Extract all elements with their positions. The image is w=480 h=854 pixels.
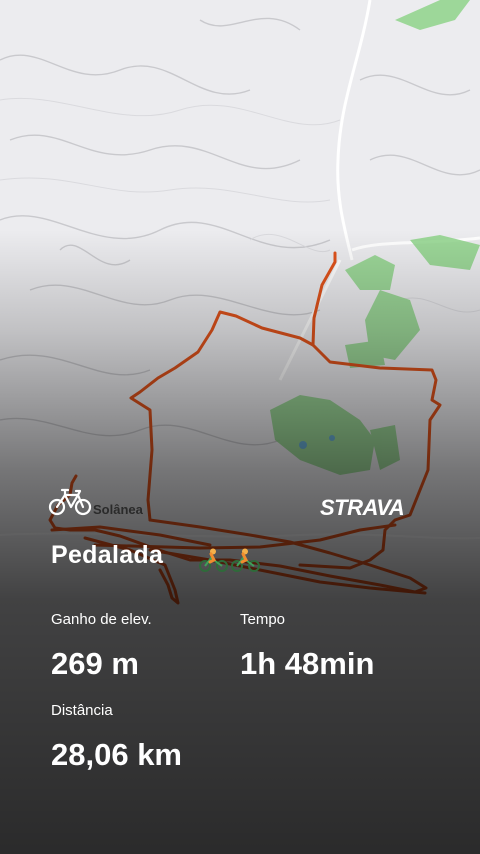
distance-value: 28,06 km (51, 737, 182, 772)
elevation-value: 269 m (51, 646, 139, 681)
activity-share-card: Solânea STRAVA Pedalada Ganho de elev. 2… (0, 0, 480, 854)
distance-label: Distância (51, 702, 113, 719)
time-value: 1h 48min (240, 646, 375, 681)
strava-logo-text: STRAVA (320, 496, 404, 518)
activity-type-title: Pedalada (51, 541, 164, 569)
bicycle-icon (48, 488, 92, 516)
town-label-solanea: Solânea (93, 502, 143, 517)
strava-logo: STRAVA (320, 496, 405, 518)
cyclists-emoji-icon (199, 548, 260, 572)
time-label: Tempo (240, 611, 286, 628)
elevation-label: Ganho de elev. (51, 611, 152, 628)
map-background (0, 0, 480, 854)
